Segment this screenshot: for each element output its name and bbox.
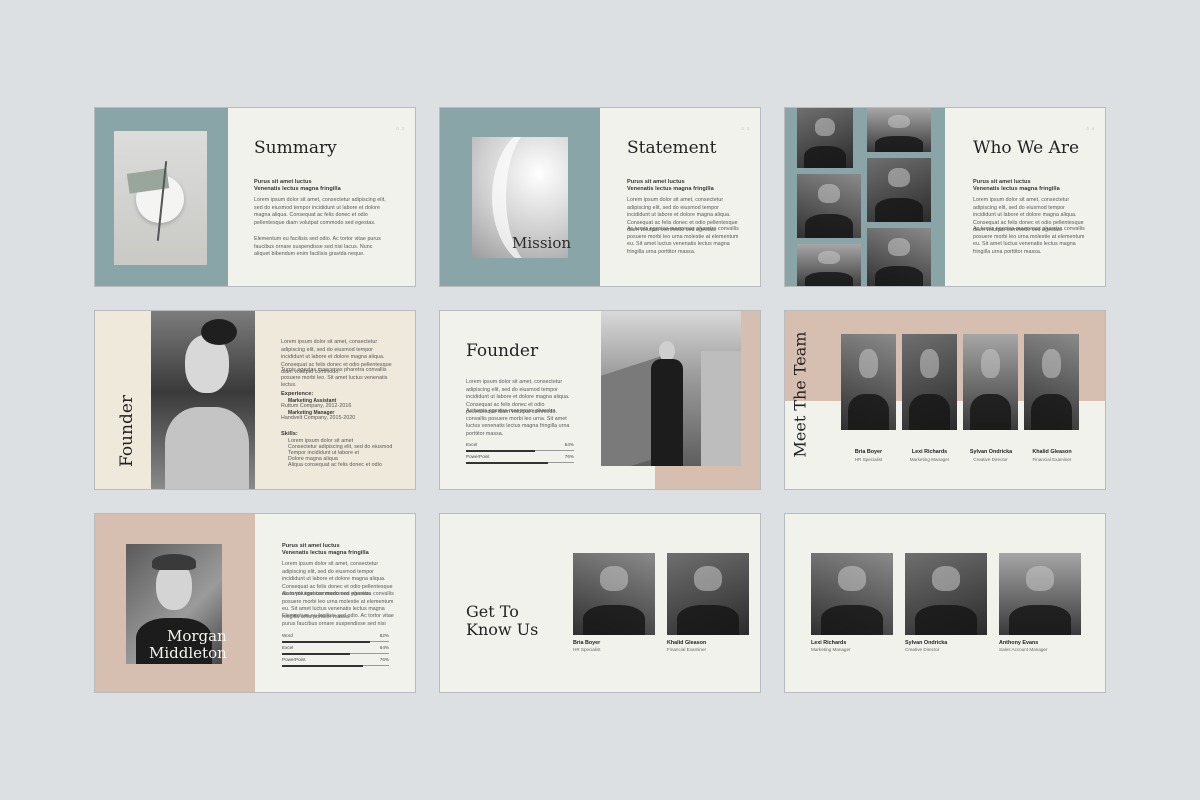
skill-bar-fill: [282, 664, 364, 667]
skill-bar-fill: [466, 461, 549, 464]
member-role: Marketing Manager: [811, 647, 851, 652]
member-photo: [811, 553, 893, 635]
team-photo-5: [797, 244, 861, 286]
member-name: Khalid Gleason: [667, 640, 707, 646]
page-number: 0 4: [1086, 126, 1095, 131]
skill-label: Excel: [466, 442, 478, 447]
team-photo-6: [867, 228, 931, 286]
slide-title-line-2: Know Us: [466, 620, 539, 639]
skill-bar: [282, 652, 389, 655]
summary-photo: [114, 131, 207, 265]
founder-portrait: [151, 311, 255, 489]
skill-label: PowerPoint: [466, 454, 490, 459]
slide-title: Statement: [627, 138, 717, 158]
member-name: Bria Boyer: [573, 640, 601, 646]
member-photo: [667, 553, 749, 635]
member-role: HR Specialist: [854, 457, 883, 462]
member-role: Marketing Manager: [909, 457, 950, 462]
member-role: HR Specialist: [573, 647, 601, 652]
member-photo: [999, 553, 1081, 635]
member-photo: [963, 334, 1018, 430]
member-photo: [902, 334, 957, 430]
skill-bar-fill: [466, 449, 536, 452]
slide-founder-skills[interactable]: Founder Lorem ipsum dolor sit amet, cons…: [439, 310, 761, 490]
mission-overlay-text: Mission: [512, 234, 572, 252]
slide-title: Summary: [254, 138, 337, 158]
skill-value: 76%: [379, 657, 389, 662]
team-photo-1: [797, 108, 853, 168]
skill-value: 64%: [379, 645, 389, 650]
skill-item-5: Aliqua consequat ac felis donec et odio: [288, 462, 382, 468]
member-role: Financial Examiner: [667, 647, 707, 652]
member-name: Bria Boyer: [854, 449, 883, 455]
founder-street-photo: [601, 311, 741, 466]
member-name: Sylvan Ondricka: [905, 640, 948, 646]
skill-label: PowerPoint: [282, 657, 306, 662]
skill-label: Word: [282, 633, 293, 638]
slide-statement[interactable]: Mission Statement 0 3 Purus sit amet luc…: [439, 107, 761, 287]
member-role: Sales Account Manager: [999, 647, 1048, 652]
page-number: 0 3: [741, 126, 750, 131]
slide-who-we-are[interactable]: Who We Are 0 4 Purus sit amet luctus Ven…: [784, 107, 1106, 287]
slide-title-vertical: Founder: [117, 394, 137, 468]
skill-bar: [466, 449, 574, 452]
paragraph-1: Lorem ipsum dolor sit amet, consectetur …: [254, 197, 386, 226]
skill-bar: [466, 461, 574, 464]
slide-title-line-1: Get To: [466, 602, 519, 621]
subtitle-2: Venenatis lectus magna fringilla: [254, 186, 341, 192]
member-role: Creative Director: [973, 457, 1008, 462]
paragraph-2: Turpis egestas maecenas pharetra convall…: [281, 367, 388, 389]
name-first: Morgan: [167, 627, 227, 645]
skill-label: Excel: [282, 645, 294, 650]
team-photo-3: [797, 174, 861, 238]
member-role: Financial Examiner: [1032, 457, 1072, 462]
slide-summary[interactable]: Summary 0 2 Purus sit amet luctus Venena…: [94, 107, 416, 287]
team-photo-2: [867, 108, 931, 152]
paragraph-2: Ac turpis egestas maecenas pharetra conv…: [466, 408, 570, 437]
slide-get-to-know-us[interactable]: Get To Know Us Bria Boyer HR Specialist …: [439, 513, 761, 693]
paragraph-2: Elementum eu facilisis sed odio. Ac tort…: [254, 236, 381, 258]
slide-morgan-profile[interactable]: Morgan Middleton Purus sit amet luctus V…: [94, 513, 416, 693]
member-name: Anthony Evans: [999, 640, 1039, 646]
skill-bar: [282, 640, 389, 643]
slide-title: Founder: [466, 341, 539, 361]
paragraph-3: Elementum eu facilisis sed odio. Ac tort…: [282, 613, 394, 627]
slide-title-vertical: Meet The Team: [790, 331, 810, 458]
member-photo: [905, 553, 987, 635]
slide-meet-the-team[interactable]: Meet The Team Bria Boyer HR Specialist L…: [784, 310, 1106, 490]
experience-item-4: Handvelt Company, 2015-2020: [281, 415, 356, 421]
name-last: Middleton: [149, 644, 227, 662]
member-name: Lexi Richards: [811, 640, 847, 646]
slide-title: Who We Are: [973, 138, 1080, 158]
member-role: Creative Director: [905, 647, 940, 652]
member-photo: [841, 334, 896, 430]
member-name: Lexi Richards: [911, 449, 948, 455]
member-photo: [1024, 334, 1079, 430]
skill-value: 76%: [564, 454, 574, 459]
skills-heading: Skills:: [281, 431, 298, 437]
subtitle-2: Venenatis lectus magna fringilla: [627, 186, 714, 192]
skill-bar-fill: [282, 652, 351, 655]
member-photo: [573, 553, 655, 635]
page-number: 0 2: [396, 126, 405, 131]
paragraph-2: Ac turpis egestas maecenas pharetra conv…: [627, 226, 739, 255]
subtitle-2: Venenatis lectus magna fringilla: [973, 186, 1060, 192]
member-name: Sylvan Ondricka: [969, 449, 1013, 455]
paragraph-2: Ac turpis egestas maecenas pharetra conv…: [973, 226, 1085, 255]
slide-founder-profile[interactable]: Founder Lorem ipsum dolor sit amet, cons…: [94, 310, 416, 490]
skill-bar-fill: [282, 640, 370, 643]
skill-bar: [282, 664, 389, 667]
skill-value: 64%: [564, 442, 574, 447]
subtitle-2: Venenatis lectus magna fringilla: [282, 550, 369, 556]
member-name: Khalid Gleason: [1032, 449, 1072, 455]
skill-value: 82%: [379, 633, 389, 638]
slide-team-three[interactable]: Lexi Richards Marketing Manager Sylvan O…: [784, 513, 1106, 693]
team-photo-4: [867, 158, 931, 222]
